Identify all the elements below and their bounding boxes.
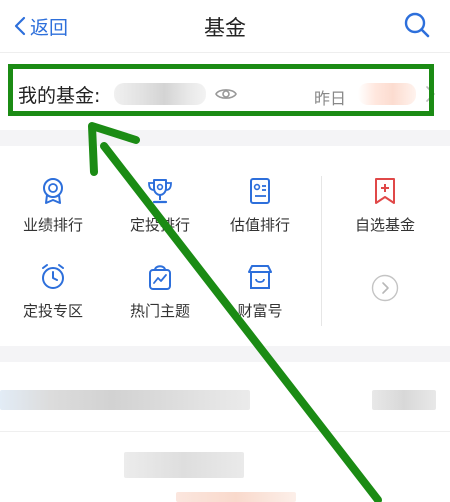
- blurred-row-content: [124, 452, 244, 478]
- back-button[interactable]: 返回: [14, 12, 68, 40]
- grid-item-sip-zone[interactable]: 定投专区: [8, 262, 98, 342]
- grid-item-watchlist-funds[interactable]: 自选基金: [340, 176, 430, 256]
- my-fund-row[interactable]: 我的基金: 昨日: [0, 56, 450, 126]
- medal-icon: [43, 178, 63, 204]
- section-separator: [0, 130, 450, 146]
- grid-item-label: 定投专区: [22, 302, 83, 320]
- blurred-row-value: [176, 492, 296, 502]
- grid-item-wealth-account[interactable]: 财富号: [215, 262, 305, 342]
- grid-item-label: 定投排行: [129, 216, 190, 234]
- grid-item-performance-rank[interactable]: 业绩排行: [8, 176, 98, 256]
- certificate-icon: [250, 178, 270, 204]
- eye-icon[interactable]: [214, 85, 238, 103]
- chevron-right-icon: [426, 86, 435, 102]
- search-icon[interactable]: [402, 10, 432, 40]
- grid-item-hot-topics[interactable]: 热门主题: [115, 262, 205, 342]
- grid-item-label: 财富号: [237, 302, 283, 320]
- grid-divider: [321, 176, 322, 326]
- grid-item-label: 热门主题: [129, 302, 190, 320]
- trophy-icon: [148, 179, 172, 204]
- fund-list: [0, 362, 450, 502]
- chevron-left-icon: [14, 16, 26, 36]
- blurred-row-value: [372, 390, 436, 410]
- chevron-right-circle-icon[interactable]: [371, 274, 399, 302]
- back-label: 返回: [30, 16, 69, 39]
- alarm-clock-icon: [42, 264, 64, 289]
- my-fund-label: 我的基金:: [18, 85, 101, 107]
- bookmark-plus-icon: [375, 178, 395, 204]
- hidden-yesterday-amount: [358, 83, 416, 105]
- hidden-amount: [114, 83, 206, 105]
- yesterday-label: 昨日: [314, 89, 347, 108]
- section-separator: [0, 346, 450, 362]
- grid-item-label: 业绩排行: [22, 216, 83, 234]
- nav-bar: 返回 基金: [0, 0, 450, 53]
- grid-item-valuation-rank[interactable]: 估值排行: [215, 176, 305, 256]
- chart-bag-icon: [149, 265, 171, 290]
- grid-item-label: 自选基金: [354, 216, 415, 234]
- blurred-row-content: [0, 390, 250, 410]
- list-divider: [0, 431, 450, 432]
- grid-item-label: 估值排行: [229, 216, 290, 234]
- store-icon: [248, 265, 272, 289]
- grid-item-sip-rank[interactable]: 定投排行: [115, 176, 205, 256]
